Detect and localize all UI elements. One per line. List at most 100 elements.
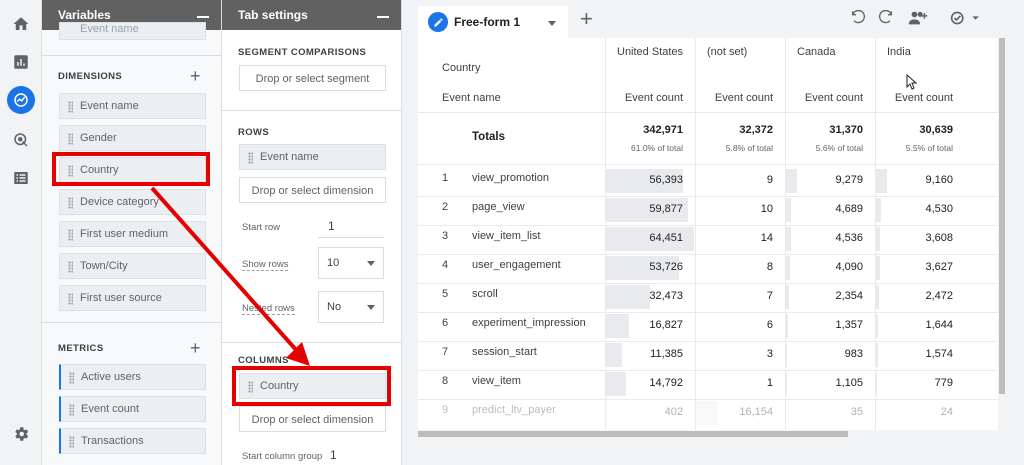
row-divider xyxy=(418,370,998,371)
segment-comparisons-label: SEGMENT COMPARISONS xyxy=(238,47,367,58)
undo-icon[interactable] xyxy=(850,9,866,31)
metric-chip-label: Active users xyxy=(81,371,141,383)
metric-header: Event count xyxy=(894,92,953,104)
metric-header: Event count xyxy=(804,92,863,104)
add-tab-icon[interactable]: + xyxy=(580,8,593,30)
rows-dimension-chip[interactable]: Event name xyxy=(239,144,386,170)
segment-drop-zone[interactable]: Drop or select segment xyxy=(239,65,386,91)
dimension-chip-partial[interactable]: Event name xyxy=(59,22,206,40)
row-index: 2 xyxy=(442,201,449,213)
chevron-down-icon[interactable] xyxy=(548,21,556,26)
cell-value: 59,877 xyxy=(649,203,683,215)
metric-chip-label: Event count xyxy=(81,403,140,415)
cell-value: 4,530 xyxy=(925,203,953,215)
rows-label: ROWS xyxy=(238,127,270,138)
tab-free-form[interactable]: Free-form 1 xyxy=(418,6,568,38)
cell-value: 35 xyxy=(850,406,863,418)
home-icon[interactable] xyxy=(9,12,33,36)
cell-value: 3 xyxy=(766,348,773,360)
collapse-tab-settings-icon[interactable] xyxy=(377,16,389,18)
row-event-name: user_engagement xyxy=(472,259,561,271)
column-header: Canada xyxy=(797,46,836,58)
header-divider xyxy=(418,112,998,113)
drag-arrow-icon xyxy=(150,186,310,366)
drag-handle-icon[interactable] xyxy=(68,293,73,305)
total-value: 31,370 xyxy=(829,124,863,136)
exploration-canvas: Free-form 1 + Country Event name Totals … xyxy=(402,0,1024,465)
drag-handle-icon[interactable] xyxy=(248,152,253,164)
cell-value: 3,608 xyxy=(925,232,953,244)
cell-value: 7 xyxy=(766,290,773,302)
drag-handle-icon[interactable] xyxy=(68,133,73,145)
cell-value: 4,689 xyxy=(835,203,863,215)
cell-value: 14 xyxy=(760,232,773,244)
drag-handle-icon[interactable] xyxy=(68,101,73,113)
cell-value: 16,154 xyxy=(739,406,773,418)
cell-value: 24 xyxy=(940,406,953,418)
cell-value: 8 xyxy=(766,261,773,273)
drag-handle-icon[interactable] xyxy=(69,404,74,416)
row-index: 9 xyxy=(442,404,449,416)
settings-gear-icon[interactable] xyxy=(9,422,33,446)
row-event-name: page_view xyxy=(472,201,525,213)
chevron-down-icon xyxy=(367,261,375,266)
cell-value: 779 xyxy=(934,377,953,389)
cell-value: 2,354 xyxy=(835,290,863,302)
configure-icon[interactable] xyxy=(9,166,33,190)
dimension-chip[interactable]: Gender xyxy=(59,125,206,151)
row-event-name: predict_ltv_payer xyxy=(472,404,556,416)
add-dimension-icon[interactable]: + xyxy=(190,67,201,85)
metric-chip[interactable]: Event count xyxy=(59,396,206,422)
vertical-scrollbar[interactable] xyxy=(998,38,1006,438)
column-header: (not set) xyxy=(707,46,748,58)
cell-value: 16,827 xyxy=(649,319,683,331)
dimension-chip-label: Event name xyxy=(80,23,139,35)
variables-title: Variables xyxy=(58,8,111,22)
row-index: 5 xyxy=(442,288,449,300)
cell-value: 9,160 xyxy=(925,174,953,186)
check-status-icon[interactable] xyxy=(950,10,982,31)
start-column-group-input[interactable]: 1 xyxy=(330,448,337,462)
cell-value: 11,385 xyxy=(650,348,683,360)
redo-icon[interactable] xyxy=(878,9,894,31)
column-header: United States xyxy=(617,46,684,58)
row-index: 1 xyxy=(442,172,449,184)
cell-value: 64,451 xyxy=(649,232,683,244)
cell-value: 4,536 xyxy=(835,232,863,244)
row-divider xyxy=(418,399,998,400)
advertising-icon[interactable] xyxy=(9,128,33,152)
tab-settings-header: Tab settings xyxy=(222,0,401,30)
cell-value: 2,472 xyxy=(925,290,953,302)
share-users-icon[interactable] xyxy=(908,10,928,31)
metric-chip[interactable]: Transactions xyxy=(59,428,206,454)
cell-value: 1,644 xyxy=(925,319,953,331)
cell-value: 53,726 xyxy=(649,261,683,273)
reports-icon[interactable] xyxy=(9,50,33,74)
drag-handle-icon[interactable] xyxy=(68,261,73,273)
cell-value: 9,279 xyxy=(835,174,863,186)
row-index: 6 xyxy=(442,317,449,329)
collapse-variables-icon[interactable] xyxy=(197,16,209,18)
total-percent: 5.5% of total xyxy=(905,143,953,153)
row-divider xyxy=(418,283,998,284)
drag-handle-icon[interactable] xyxy=(68,197,73,209)
horizontal-scrollbar[interactable] xyxy=(418,430,998,438)
row-dimension-header: Event name xyxy=(442,92,501,104)
drag-handle-icon[interactable] xyxy=(68,229,73,241)
dimension-chip[interactable]: Event name xyxy=(59,93,206,119)
cell-value: 402 xyxy=(664,406,683,418)
cell-value: 983 xyxy=(844,348,863,360)
total-percent: 5.8% of total xyxy=(725,143,773,153)
row-event-name: view_item xyxy=(472,375,521,387)
metric-header: Event count xyxy=(624,92,683,104)
explore-icon[interactable] xyxy=(7,86,35,114)
drag-handle-icon[interactable] xyxy=(69,436,74,448)
row-index: 3 xyxy=(442,230,449,242)
cell-value: 3,627 xyxy=(925,261,953,273)
columns-drop-zone[interactable]: Drop or select dimension xyxy=(239,406,386,432)
drag-handle-icon[interactable] xyxy=(69,372,74,384)
totals-label: Totals xyxy=(472,131,506,143)
row-index: 8 xyxy=(442,375,449,387)
row-index: 4 xyxy=(442,259,449,271)
cell-value: 9 xyxy=(766,174,773,186)
